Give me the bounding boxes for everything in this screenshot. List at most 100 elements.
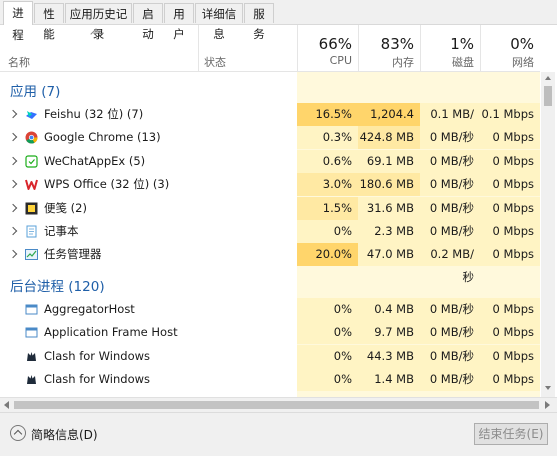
clash-icon (25, 350, 38, 363)
task-manager-icon (25, 248, 38, 261)
process-name: 便笺 (2) (44, 200, 87, 215)
expand-chevron-icon[interactable] (8, 156, 18, 166)
tab-performance[interactable]: 性能 (34, 3, 64, 41)
tab-strip: 进程 性能 应用历史记录 启动 用户 详细信息 服务 (0, 0, 557, 42)
tab-processes[interactable]: 进程 (3, 1, 33, 42)
process-row[interactable]: WPS Office (32 位) (3) 3.0% 180.6 MB 0 MB/秒 0… (0, 173, 540, 197)
tab-services[interactable]: 服务 (244, 3, 274, 41)
process-name: Clash for Windows (44, 372, 151, 387)
memory-value: 9.7 MB (374, 325, 414, 340)
process-name: 任务管理器 (44, 247, 102, 262)
fewer-details-icon[interactable] (10, 425, 26, 441)
group-header-apps: 应用 (7) (0, 76, 540, 102)
expand-chevron-icon[interactable] (8, 109, 18, 119)
vertical-scrollbar[interactable] (541, 72, 555, 397)
wps-icon (25, 178, 38, 191)
column-header-network[interactable]: 0% 网络 (480, 25, 540, 71)
sticky-notes-icon (25, 202, 38, 215)
column-name-label: 名称 (8, 56, 30, 69)
scroll-right-icon[interactable] (545, 401, 550, 409)
scroll-up-icon[interactable] (545, 76, 551, 80)
process-row[interactable]: Application Frame Host 0% 9.7 MB 0 MB/秒 0 Mb… (0, 321, 540, 345)
disk-value: 0 MB/秒 (429, 348, 474, 363)
process-icon (25, 303, 38, 316)
cpu-value: 0% (333, 348, 352, 363)
cpu-value: 0.6% (322, 153, 352, 168)
process-row[interactable]: 任务管理器 20.0% 47.0 MB 0.2 MB/秒 0 Mbps (0, 243, 540, 285)
column-status-label: 状态 (204, 56, 226, 69)
scroll-down-icon[interactable] (545, 386, 551, 390)
group-header-background: 后台进程 (120) (0, 271, 540, 297)
disk-value: 0 MB/秒 (429, 130, 474, 145)
column-header-name[interactable]: 名称 (0, 25, 198, 71)
expand-chevron-icon[interactable] (8, 179, 18, 189)
tab-startup[interactable]: 启动 (133, 3, 163, 41)
expand-chevron-icon[interactable] (8, 133, 18, 142)
disk-value: 0 MB/秒 (429, 153, 474, 168)
cpu-value: 16.5% (315, 107, 352, 121)
process-name: AggregatorHost (44, 302, 135, 316)
cpu-value: 20.0% (315, 247, 352, 262)
memory-value: 31.6 MB (366, 200, 414, 215)
memory-value: 424.8 MB (359, 130, 414, 145)
cpu-total-percent: 66% (318, 35, 352, 53)
cpu-label: CPU (329, 54, 352, 67)
memory-value: 0.4 MB (374, 302, 414, 316)
memory-value: 69.1 MB (366, 153, 414, 168)
disk-value: 0 MB/秒 (429, 302, 474, 316)
fewer-details-link[interactable]: 简略信息(D) (31, 426, 98, 443)
process-name: Google Chrome (13) (44, 130, 161, 145)
disk-value: 0 MB/秒 (429, 200, 474, 215)
scroll-left-icon[interactable] (4, 401, 9, 409)
cpu-value: 0% (333, 302, 352, 316)
disk-value: 0 MB/秒 (429, 177, 474, 192)
expand-chevron-icon[interactable] (8, 250, 18, 259)
chrome-icon (25, 131, 38, 144)
column-header-status[interactable]: 状态 (198, 25, 297, 71)
disk-value: 0 MB/秒 (429, 372, 474, 387)
network-value: 0 Mbps (492, 200, 535, 215)
horizontal-scrollbar[interactable] (0, 397, 557, 412)
process-name: Clash for Windows (44, 348, 151, 363)
tab-app-history[interactable]: 应用历史记录 (65, 3, 132, 41)
process-row[interactable]: Clash for Windows 0% 44.3 MB 0 MB/秒 0 Mbps (0, 344, 540, 368)
vertical-scroll-thumb[interactable] (544, 86, 552, 106)
network-value: 0 Mbps (492, 372, 535, 387)
disk-value: 0 MB/秒 (429, 325, 474, 340)
cpu-value: 1.5% (322, 200, 352, 215)
group-title-apps: 应用 (7) (10, 84, 61, 100)
expand-chevron-icon[interactable] (8, 226, 18, 236)
column-header-memory[interactable]: 83% 内存 (358, 25, 420, 71)
process-row[interactable]: Google Chrome (13) 0.3% 424.8 MB 0 MB/秒 0 Mb… (0, 126, 540, 150)
network-value: 0 Mbps (492, 224, 535, 238)
network-value: 0 Mbps (492, 153, 535, 168)
network-value: 0 Mbps (492, 302, 535, 316)
tab-users[interactable]: 用户 (164, 3, 194, 41)
process-row[interactable]: AggregatorHost 0% 0.4 MB 0 MB/秒 0 Mbps (0, 298, 540, 321)
column-header-cpu[interactable]: 66% CPU (297, 25, 358, 71)
cpu-value: 0.3% (322, 130, 352, 145)
process-row[interactable]: 记事本 0% 2.3 MB 0 MB/秒 0 Mbps (0, 220, 540, 243)
process-name: Application Frame Host (44, 325, 178, 340)
process-list: 应用 (7) Feishu (32 位) (7) 16.5% 1,204.4 ...… (0, 72, 540, 397)
process-row[interactable]: Clash for Windows 0% 1.4 MB 0 MB/秒 0 Mbps (0, 368, 540, 392)
memory-value: 1.4 MB (374, 372, 414, 387)
column-header-disk[interactable]: 1% 磁盘 (420, 25, 480, 71)
memory-total-percent: 83% (380, 35, 414, 53)
disk-value: 0.2 MB/秒 (430, 247, 474, 285)
process-row[interactable]: Feishu (32 位) (7) 16.5% 1,204.4 ... 0.1 MB/… (0, 103, 540, 144)
tab-details[interactable]: 详细信息 (195, 3, 243, 41)
process-row[interactable]: 便笺 (2) 1.5% 31.6 MB 0 MB/秒 0 Mbps (0, 196, 540, 220)
process-row[interactable]: WeChatAppEx (5) 0.6% 69.1 MB 0 MB/秒 0 Mbps (0, 149, 540, 173)
wechat-app-icon (25, 155, 38, 168)
memory-value: 1,204.4 ... (370, 107, 414, 144)
cpu-value: 0% (333, 372, 352, 387)
notepad-icon (25, 225, 38, 238)
end-task-button[interactable]: 结束任务(E) (474, 423, 548, 445)
process-name: Feishu (32 位) (7) (44, 107, 144, 121)
horizontal-scroll-thumb[interactable] (14, 401, 539, 409)
memory-value: 44.3 MB (366, 348, 414, 363)
expand-chevron-icon[interactable] (8, 203, 18, 212)
memory-value: 180.6 MB (359, 177, 414, 192)
memory-value: 47.0 MB (366, 247, 414, 262)
